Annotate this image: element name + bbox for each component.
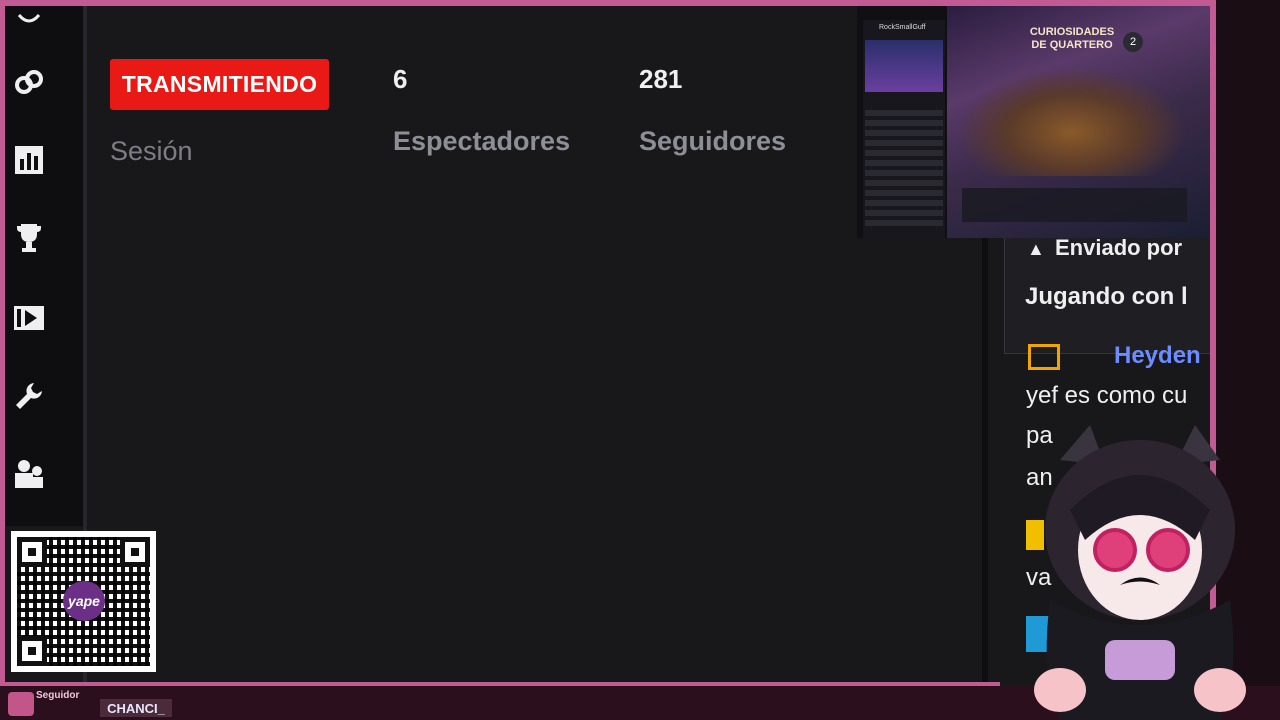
bar-chart-icon[interactable] (13, 144, 45, 176)
preview-bottom-panel (962, 188, 1187, 222)
session-label: Sesión (110, 136, 193, 166)
vtuber-avatar (1034, 425, 1246, 720)
pinned-message: Jugando con l (1025, 283, 1188, 310)
follower-avatar (8, 692, 34, 716)
users-icon[interactable] (13, 458, 45, 490)
follower-alert-label: Seguidor (36, 690, 80, 701)
preview-number-badge: 2 (1123, 32, 1143, 52)
game-preview-window: RockSmallGuff CURIOSIDADES DE QUARTERO 2 (857, 6, 1210, 238)
trophy-icon[interactable] (13, 222, 45, 254)
chat-line: yef es como cu (1026, 382, 1188, 409)
user-badge-icon (1028, 344, 1060, 370)
qr-finder (17, 537, 47, 567)
preview-sidebar: RockSmallGuff (863, 20, 945, 238)
follower-alert-name: CHANCI_ (100, 699, 172, 717)
preview-hero-art (865, 40, 943, 92)
preview-friends-list (865, 110, 943, 230)
link-icon[interactable] (13, 66, 45, 98)
pinned-sender: Enviado por (1055, 235, 1183, 260)
viewers-label: Espectadores (393, 126, 571, 156)
pinned-message-card[interactable]: ▲ Enviado por Jugando con l (1004, 234, 1210, 354)
preview-heroes (957, 66, 1187, 176)
qr-finder (120, 537, 150, 567)
preview-title: CURIOSIDADES DE QUARTERO (1022, 26, 1122, 52)
wrench-icon[interactable] (13, 380, 45, 412)
yape-qr-code: yape (11, 531, 156, 672)
pin-icon: ▲ (1027, 239, 1045, 259)
preview-title-line: CURIOSIDADES (1029, 26, 1115, 38)
chat-username[interactable]: Heyden (1114, 342, 1201, 370)
live-status-badge: TRANSMITIENDO (110, 59, 329, 110)
sidebar (5, 6, 83, 526)
preview-title-line: DE QUARTERO (1031, 39, 1113, 51)
viewers-count: 6 (393, 64, 408, 94)
video-play-icon[interactable] (13, 302, 45, 334)
followers-label: Seguidores (639, 126, 787, 156)
yape-logo: yape (63, 581, 105, 621)
qr-finder (17, 636, 47, 666)
preview-profile-name: RockSmallGuff (879, 24, 926, 31)
followers-count: 281 (639, 64, 683, 94)
sidebar-top-icon[interactable] (13, 6, 45, 34)
